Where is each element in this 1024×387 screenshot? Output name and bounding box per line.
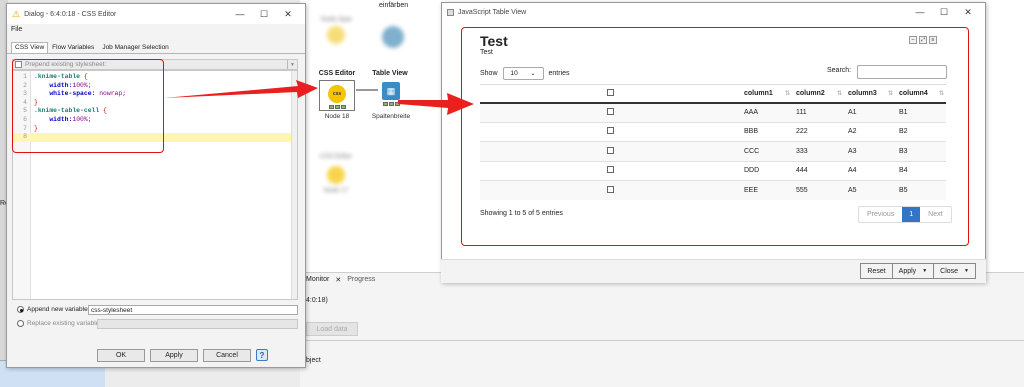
red-arrow-icon: [164, 80, 318, 98]
red-arrow-icon: [398, 93, 474, 115]
annotation-arrows: [164, 80, 474, 115]
